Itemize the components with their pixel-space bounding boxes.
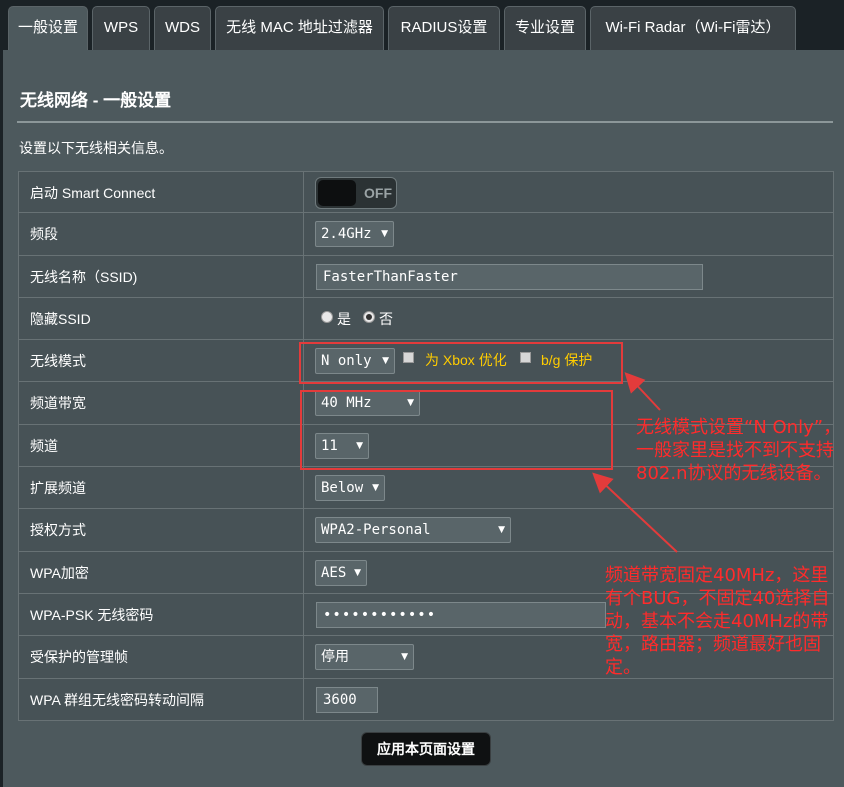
title-divider xyxy=(17,121,833,123)
wpa-encryption-label: WPA加密 xyxy=(19,552,304,593)
rekey-label: WPA 群组无线密码转动间隔 xyxy=(19,679,304,720)
pmf-select[interactable]: 停用 ▼ xyxy=(315,644,414,670)
psk-input[interactable]: •••••••••••• xyxy=(316,602,606,628)
row-rekey: WPA 群组无线密码转动间隔 3600 xyxy=(18,679,834,721)
annotation-note-bandwidth: 频道带宽固定40MHz，这里有个BUG，不固定40选择自动，基本不会走40MHz… xyxy=(605,564,841,679)
wpa-encryption-value: AES xyxy=(321,565,346,581)
pmf-value: 停用 xyxy=(321,649,349,665)
tab-wps[interactable]: WPS xyxy=(92,6,150,50)
band-cell: 2.4GHz ▼ xyxy=(304,213,833,254)
toggle-knob xyxy=(318,180,356,206)
ssid-label: 无线名称（SSID) xyxy=(19,256,304,297)
chevron-down-icon: ▼ xyxy=(381,222,388,246)
hide-ssid-yes-radio[interactable] xyxy=(321,311,333,323)
wireless-mode-label: 无线模式 xyxy=(19,340,304,381)
chevron-down-icon: ▼ xyxy=(401,645,408,669)
tab-professional[interactable]: 专业设置 xyxy=(504,6,586,50)
smart-connect-toggle[interactable]: OFF xyxy=(315,177,397,209)
tab-wifi-radar[interactable]: Wi-Fi Radar（Wi-Fi雷达） xyxy=(590,6,796,50)
hide-ssid-label: 隐藏SSID xyxy=(19,298,304,339)
auth-cell: WPA2-Personal ▼ xyxy=(304,509,833,550)
hide-ssid-cell: 是 否 xyxy=(304,298,833,339)
rekey-cell: 3600 xyxy=(304,679,833,720)
page-title: 无线网络 - 一般设置 xyxy=(20,86,171,111)
band-label: 频段 xyxy=(19,213,304,254)
ext-channel-value: Below xyxy=(321,480,363,496)
tab-radius[interactable]: RADIUS设置 xyxy=(388,6,500,50)
ext-channel-select[interactable]: Below ▼ xyxy=(315,475,385,501)
bandwidth-label: 频道带宽 xyxy=(19,382,304,423)
wpa-encryption-select[interactable]: AES ▼ xyxy=(315,560,367,586)
hide-ssid-yes-label: 是 xyxy=(337,298,351,340)
psk-label: WPA-PSK 无线密码 xyxy=(19,594,304,635)
row-ssid: 无线名称（SSID) FasterThanFaster xyxy=(18,256,834,298)
row-auth: 授权方式 WPA2-Personal ▼ xyxy=(18,509,834,551)
band-select[interactable]: 2.4GHz ▼ xyxy=(315,221,394,247)
page-description: 设置以下无线相关信息。 xyxy=(19,138,173,158)
channel-label: 频道 xyxy=(19,425,304,466)
ssid-cell: FasterThanFaster xyxy=(304,256,833,297)
hide-ssid-no-label: 否 xyxy=(379,298,393,340)
tab-mac-filter[interactable]: 无线 MAC 地址过滤器 xyxy=(215,6,384,50)
smart-connect-cell: OFF xyxy=(304,172,833,212)
smart-connect-label: 启动 Smart Connect xyxy=(19,172,304,212)
auth-value: WPA2-Personal xyxy=(321,522,431,538)
chevron-down-icon: ▼ xyxy=(498,518,505,542)
apply-settings-button[interactable]: 应用本页面设置 xyxy=(361,732,491,766)
row-smart-connect: 启动 Smart Connect OFF xyxy=(18,171,834,213)
annotation-box-bandwidth-channel xyxy=(300,390,613,470)
tab-general[interactable]: 一般设置 xyxy=(8,6,88,51)
annotation-note-wireless-mode: 无线模式设置“N Only”，一般家里是找不到不支持802.n协议的无线设备。 xyxy=(636,416,842,485)
annotation-box-wireless-mode xyxy=(299,342,623,384)
auth-label: 授权方式 xyxy=(19,509,304,550)
toggle-state: OFF xyxy=(364,178,392,208)
row-band: 频段 2.4GHz ▼ xyxy=(18,213,834,255)
ext-channel-label: 扩展频道 xyxy=(19,467,304,508)
auth-select[interactable]: WPA2-Personal ▼ xyxy=(315,517,511,543)
chevron-down-icon: ▼ xyxy=(372,476,379,500)
rekey-input[interactable]: 3600 xyxy=(316,687,378,713)
tab-bar: 一般设置 WPS WDS 无线 MAC 地址过滤器 RADIUS设置 专业设置 … xyxy=(0,6,844,50)
hide-ssid-no-radio[interactable] xyxy=(363,311,375,323)
band-value: 2.4GHz xyxy=(321,226,372,242)
chevron-down-icon: ▼ xyxy=(354,561,361,585)
row-hide-ssid: 隐藏SSID 是 否 xyxy=(18,298,834,340)
ssid-input[interactable]: FasterThanFaster xyxy=(316,264,703,290)
tab-wds[interactable]: WDS xyxy=(154,6,211,50)
pmf-label: 受保护的管理帧 xyxy=(19,636,304,677)
